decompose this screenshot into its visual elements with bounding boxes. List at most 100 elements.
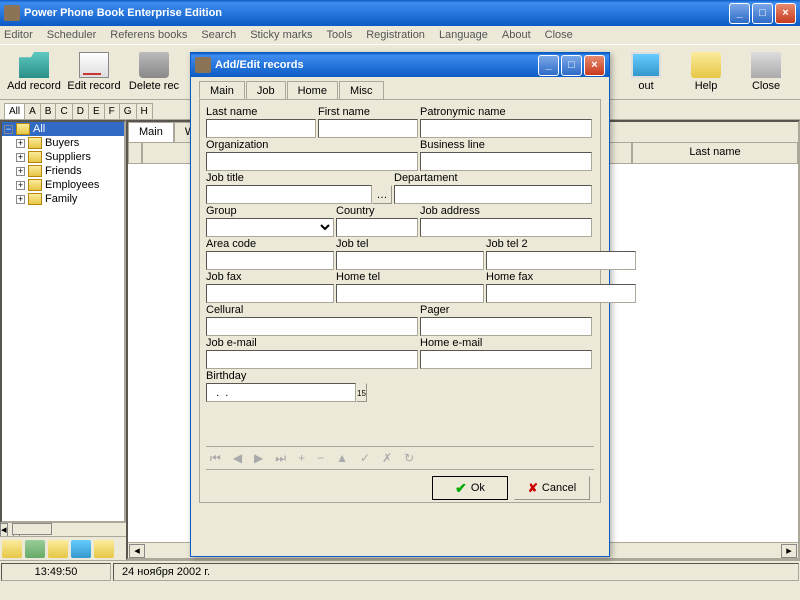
dialog-tab-job[interactable]: Job — [246, 81, 286, 99]
expand-icon[interactable]: − — [4, 125, 13, 134]
minimize-button[interactable]: _ — [729, 3, 750, 24]
tree-friends[interactable]: +Friends — [2, 164, 124, 178]
country-field[interactable] — [336, 218, 418, 237]
tab-h[interactable]: H — [136, 103, 153, 119]
shortcut-icon[interactable] — [2, 540, 22, 558]
jobtel2-field[interactable] — [486, 251, 636, 270]
menu-registration[interactable]: Registration — [366, 29, 425, 41]
tree-scrollbar[interactable]: ◂ ▸ — [0, 523, 126, 536]
shortcut-icon[interactable] — [94, 540, 114, 558]
firstname-field[interactable] — [318, 119, 418, 138]
businessline-label: Business line — [420, 139, 592, 151]
jobtitle-field[interactable] — [206, 185, 372, 204]
help-button[interactable]: Help — [676, 47, 736, 97]
close-window-button[interactable]: × — [775, 3, 796, 24]
tree-buyers[interactable]: +Buyers — [2, 136, 124, 150]
record-nav: ⏮ ◀ ▶ ⏭ + − ▲ ✓ ✗ ↻ — [206, 446, 594, 470]
close-button[interactable]: Close — [736, 47, 796, 97]
menu-editor[interactable]: Editor — [4, 29, 33, 41]
category-tree: − All +Buyers +Suppliers +Friends +Emplo… — [0, 120, 126, 523]
tab-f[interactable]: F — [104, 103, 120, 119]
nav-edit-icon[interactable]: ▲ — [336, 451, 348, 465]
edit-record-icon — [79, 52, 109, 78]
dialog-close-button[interactable]: × — [584, 55, 605, 76]
tab-c[interactable]: C — [55, 103, 72, 119]
nav-post-icon[interactable]: ✓ — [360, 451, 370, 465]
jobemail-field[interactable] — [206, 350, 418, 369]
maximize-button[interactable]: □ — [752, 3, 773, 24]
nav-first-icon[interactable]: ⏮ — [210, 451, 221, 466]
group-select[interactable] — [206, 218, 334, 237]
nav-cancel-icon[interactable]: ✗ — [382, 451, 392, 465]
nav-add-icon[interactable]: + — [298, 451, 305, 465]
dialog-tab-misc[interactable]: Misc — [339, 81, 384, 99]
expand-icon[interactable]: + — [16, 153, 25, 162]
departament-field[interactable] — [394, 185, 592, 204]
menu-language[interactable]: Language — [439, 29, 488, 41]
jobtitle-browse-button[interactable]: … — [372, 185, 392, 204]
delete-record-button[interactable]: Delete rec — [124, 47, 184, 97]
dialog-maximize-button[interactable]: □ — [561, 55, 582, 76]
shortcut-icon[interactable] — [25, 540, 45, 558]
menubar: Editor Scheduler Referens books Search S… — [0, 26, 800, 44]
expand-icon[interactable]: + — [16, 139, 25, 148]
tree-root[interactable]: − All — [2, 122, 124, 136]
businessline-field[interactable] — [420, 152, 592, 171]
nav-prev-icon[interactable]: ◀ — [233, 451, 242, 465]
expand-icon[interactable]: + — [16, 181, 25, 190]
ok-button[interactable]: ✔Ok — [432, 476, 508, 500]
tab-a[interactable]: A — [24, 103, 41, 119]
patronymic-label: Patronymic name — [420, 106, 592, 118]
hometel-field[interactable] — [336, 284, 484, 303]
birthday-calendar-button[interactable]: 15 — [356, 383, 367, 402]
nav-next-icon[interactable]: ▶ — [254, 451, 263, 465]
cancel-button[interactable]: ✘Cancel — [514, 476, 590, 500]
dialog-tab-home[interactable]: Home — [287, 81, 338, 99]
scroll-left-icon[interactable]: ◂ — [129, 544, 145, 558]
scroll-right-icon[interactable]: ▸ — [781, 544, 797, 558]
homeemail-field[interactable] — [420, 350, 592, 369]
jobaddress-field[interactable] — [420, 218, 592, 237]
add-record-button[interactable]: Add record — [4, 47, 64, 97]
dialog-minimize-button[interactable]: _ — [538, 55, 559, 76]
grid-tab-main[interactable]: Main — [128, 122, 174, 142]
col-lastname[interactable]: Last name — [632, 142, 798, 164]
lastname-field[interactable] — [206, 119, 316, 138]
tab-d[interactable]: D — [72, 103, 89, 119]
menu-sticky[interactable]: Sticky marks — [250, 29, 312, 41]
menu-search[interactable]: Search — [201, 29, 236, 41]
homefax-field[interactable] — [486, 284, 636, 303]
tab-all[interactable]: All — [4, 103, 25, 119]
expand-icon[interactable]: + — [16, 167, 25, 176]
nav-refresh-icon[interactable]: ↻ — [404, 451, 414, 465]
nav-last-icon[interactable]: ⏭ — [275, 451, 286, 466]
dialog-tab-main[interactable]: Main — [199, 81, 245, 99]
birthday-field[interactable] — [206, 383, 356, 402]
tree-employees[interactable]: +Employees — [2, 178, 124, 192]
tree-suppliers[interactable]: +Suppliers — [2, 150, 124, 164]
tab-b[interactable]: B — [40, 103, 57, 119]
expand-icon[interactable]: + — [16, 195, 25, 204]
about-button[interactable]: out — [616, 47, 676, 97]
edit-record-button[interactable]: Edit record — [64, 47, 124, 97]
tree-family[interactable]: +Family — [2, 192, 124, 206]
organization-field[interactable] — [206, 152, 418, 171]
shortcut-icon[interactable] — [48, 540, 68, 558]
jobfax-field[interactable] — [206, 284, 334, 303]
patronymic-field[interactable] — [420, 119, 592, 138]
tab-g[interactable]: G — [119, 103, 137, 119]
menu-tools[interactable]: Tools — [327, 29, 353, 41]
scroll-left-icon[interactable]: ◂ — [0, 523, 8, 537]
menu-about[interactable]: About — [502, 29, 531, 41]
tab-e[interactable]: E — [88, 103, 105, 119]
menu-close[interactable]: Close — [545, 29, 573, 41]
menu-scheduler[interactable]: Scheduler — [47, 29, 97, 41]
cellural-field[interactable] — [206, 317, 418, 336]
scroll-thumb[interactable] — [12, 523, 52, 535]
nav-delete-icon[interactable]: − — [317, 451, 324, 465]
pager-field[interactable] — [420, 317, 592, 336]
areacode-field[interactable] — [206, 251, 334, 270]
menu-referens[interactable]: Referens books — [110, 29, 187, 41]
jobtel-field[interactable] — [336, 251, 484, 270]
shortcut-icon[interactable] — [71, 540, 91, 558]
